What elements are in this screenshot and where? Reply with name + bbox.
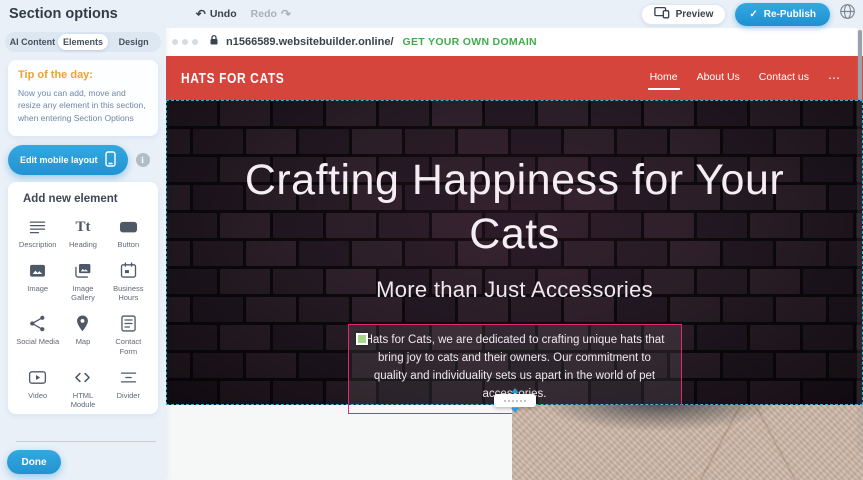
browser-window-dots-icon bbox=[172, 39, 198, 45]
scrollbar-thumb[interactable] bbox=[858, 30, 862, 100]
undo-label: Undo bbox=[210, 8, 237, 20]
element-label: Heading bbox=[69, 240, 97, 250]
preview-button[interactable]: Preview bbox=[641, 4, 727, 25]
tip-title: Tip of the day: bbox=[18, 69, 148, 81]
image-icon bbox=[27, 259, 48, 281]
section-resize-handle[interactable] bbox=[494, 388, 536, 413]
nav-home[interactable]: Home bbox=[650, 71, 678, 86]
undo-button[interactable]: ↶ Undo bbox=[196, 8, 237, 20]
hero-title[interactable]: Crafting Happiness for Your Cats bbox=[220, 153, 810, 261]
element-label: HTML Module bbox=[61, 391, 104, 411]
lock-icon bbox=[209, 33, 219, 51]
toolbar-actions: Preview ✓ Re-Publish bbox=[641, 3, 856, 26]
heading-icon: Tt bbox=[75, 215, 90, 237]
page-title: Section options bbox=[9, 6, 118, 22]
sidebar-tabs: AI Content Elements Design bbox=[5, 32, 161, 52]
element-label: Contact Form bbox=[107, 337, 150, 357]
element-label: Button bbox=[117, 240, 139, 250]
element-label: Social Media bbox=[16, 337, 59, 347]
html-module-icon bbox=[72, 366, 93, 388]
button-icon bbox=[118, 215, 139, 237]
divider-icon bbox=[118, 366, 139, 388]
redo-icon: ↷ bbox=[281, 8, 291, 20]
element-divider[interactable]: Divider bbox=[107, 366, 150, 411]
element-description[interactable]: Description bbox=[16, 215, 59, 250]
republish-label: Re-Publish bbox=[764, 9, 816, 20]
site-header: HATS FOR CATS Home About Us Contact us ⋯ bbox=[166, 56, 863, 100]
tab-ai-content[interactable]: AI Content bbox=[7, 34, 58, 50]
next-section-text-area bbox=[166, 405, 512, 480]
resize-up-arrow-icon bbox=[511, 388, 519, 393]
info-icon[interactable]: i bbox=[136, 153, 150, 167]
nav-more-icon[interactable]: ⋯ bbox=[828, 71, 841, 85]
preview-label: Preview bbox=[676, 9, 714, 20]
site-nav: Home About Us Contact us ⋯ bbox=[650, 71, 841, 86]
redo-label: Redo bbox=[251, 8, 277, 20]
image-gallery-icon bbox=[72, 259, 93, 281]
hero-subtitle[interactable]: More than Just Accessories bbox=[376, 277, 653, 303]
hero-content: Crafting Happiness for Your Cats More th… bbox=[167, 101, 862, 404]
phone-icon bbox=[105, 151, 116, 169]
check-icon: ✓ bbox=[749, 9, 757, 20]
edit-mobile-label: Edit mobile layout bbox=[20, 155, 98, 165]
element-contact-form[interactable]: Contact Form bbox=[107, 312, 150, 357]
element-image[interactable]: Image bbox=[16, 259, 59, 304]
site-logo[interactable]: HATS FOR CATS bbox=[181, 70, 284, 87]
description-icon bbox=[27, 215, 48, 237]
get-domain-link[interactable]: GET YOUR OWN DOMAIN bbox=[403, 36, 537, 48]
tip-body: Now you can add, move and resize any ele… bbox=[18, 87, 148, 124]
republish-button[interactable]: ✓ Re-Publish bbox=[735, 3, 830, 26]
contact-form-icon bbox=[118, 312, 139, 334]
element-button[interactable]: Button bbox=[107, 215, 150, 250]
nav-contact-us[interactable]: Contact us bbox=[759, 71, 809, 86]
resize-grip bbox=[494, 394, 536, 407]
next-section bbox=[166, 405, 863, 480]
map-icon bbox=[72, 312, 93, 334]
drag-handle[interactable] bbox=[356, 333, 368, 345]
element-label: Divider bbox=[117, 391, 140, 401]
next-section-image bbox=[512, 405, 863, 480]
element-label: Map bbox=[76, 337, 91, 347]
preview-scrollbar[interactable] bbox=[857, 28, 863, 452]
element-business-hours[interactable]: Business Hours bbox=[107, 259, 150, 304]
tip-of-the-day-card: Tip of the day: Now you can add, move an… bbox=[8, 60, 158, 136]
undo-icon: ↶ bbox=[196, 8, 206, 20]
add-element-panel: Add new element Description Tt Heading bbox=[8, 182, 158, 414]
element-video[interactable]: Video bbox=[16, 366, 59, 411]
social-media-icon bbox=[27, 312, 48, 334]
element-label: Video bbox=[28, 391, 47, 401]
tab-design[interactable]: Design bbox=[108, 34, 159, 50]
video-icon bbox=[27, 366, 48, 388]
site-url: n1566589.websitebuilder.online/ bbox=[226, 36, 394, 48]
edit-mobile-layout-button[interactable]: Edit mobile layout bbox=[8, 145, 128, 175]
resize-down-arrow-icon bbox=[511, 408, 519, 413]
element-label: Description bbox=[19, 240, 57, 250]
element-label: Business Hours bbox=[107, 284, 150, 304]
sidebar-divider bbox=[16, 441, 156, 442]
business-hours-icon bbox=[118, 259, 139, 281]
section-options-sidebar: AI Content Elements Design Tip of the da… bbox=[0, 28, 166, 480]
tab-elements[interactable]: Elements bbox=[58, 34, 109, 50]
top-toolbar: Section options ↶ Undo Redo ↷ Preview ✓ … bbox=[0, 0, 863, 28]
element-html-module[interactable]: HTML Module bbox=[61, 366, 104, 411]
add-element-title: Add new element bbox=[8, 182, 158, 207]
site-preview: n1566589.websitebuilder.online/ GET YOUR… bbox=[166, 28, 863, 480]
element-grid: Description Tt Heading Button bbox=[8, 207, 158, 414]
element-image-gallery[interactable]: Image Gallery bbox=[61, 259, 104, 304]
element-label: Image Gallery bbox=[61, 284, 104, 304]
nav-about-us[interactable]: About Us bbox=[697, 71, 740, 86]
globe-icon[interactable] bbox=[839, 3, 856, 25]
devices-icon bbox=[654, 6, 670, 22]
element-map[interactable]: Map bbox=[61, 312, 104, 357]
hero-section-selected[interactable]: Crafting Happiness for Your Cats More th… bbox=[166, 100, 863, 405]
browser-address-bar: n1566589.websitebuilder.online/ GET YOUR… bbox=[166, 28, 863, 56]
element-social-media[interactable]: Social Media bbox=[16, 312, 59, 357]
done-button[interactable]: Done bbox=[7, 450, 61, 474]
element-label: Image bbox=[27, 284, 48, 294]
redo-button[interactable]: Redo ↷ bbox=[251, 8, 291, 20]
history-controls: ↶ Undo Redo ↷ bbox=[196, 8, 291, 20]
element-heading[interactable]: Tt Heading bbox=[61, 215, 104, 250]
